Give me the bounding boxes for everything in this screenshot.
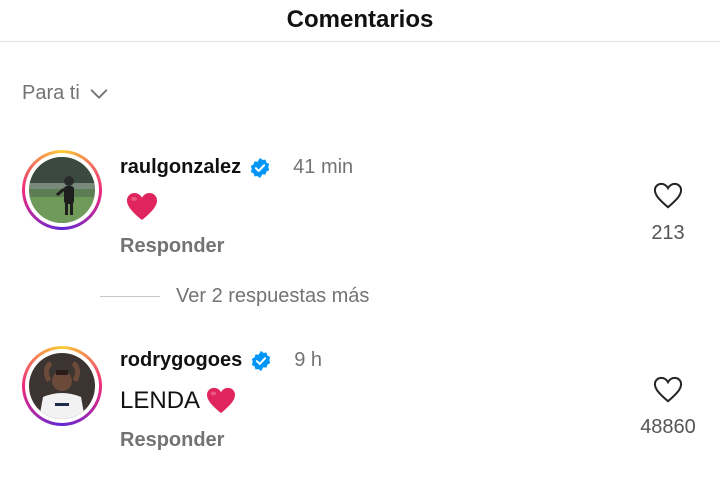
reply-button[interactable]: Responder — [120, 429, 224, 452]
like-count: 213 — [651, 222, 685, 244]
comment-body: LENDA — [120, 387, 201, 414]
comments-header: Comentarios — [0, 0, 720, 42]
comment-text — [120, 192, 158, 222]
avatar[interactable] — [22, 150, 102, 230]
like-button[interactable] — [648, 178, 688, 214]
comment-header: rodrygogoes 9 h — [120, 349, 322, 372]
comment-header: raulgonzalez 41 min — [120, 156, 353, 179]
username[interactable]: raulgonzalez — [120, 156, 241, 179]
like-count: 48860 — [640, 416, 696, 438]
like-button[interactable] — [648, 372, 688, 408]
verified-badge-icon — [252, 350, 271, 371]
view-more-replies[interactable]: Ver 2 respuestas más — [100, 285, 369, 308]
view-replies-label[interactable]: Ver 2 respuestas más — [176, 285, 369, 308]
profile-photo — [29, 353, 95, 419]
reply-button[interactable]: Responder — [120, 235, 224, 258]
avatar[interactable] — [22, 346, 102, 426]
comment-time: 41 min — [293, 156, 354, 178]
divider-line — [100, 296, 160, 297]
verified-badge-icon — [250, 157, 270, 178]
comment-time: 9 h — [294, 349, 323, 371]
page-title: Comentarios — [286, 6, 434, 33]
comment-text: LENDA — [120, 387, 236, 415]
red-heart-emoji-icon — [207, 387, 236, 414]
sort-label: Para ti — [22, 82, 80, 104]
red-heart-emoji-icon — [127, 193, 157, 220]
username[interactable]: rodrygogoes — [120, 349, 242, 372]
heart-outline-icon — [653, 376, 683, 403]
chevron-down-icon — [90, 88, 108, 99]
heart-outline-icon — [653, 182, 683, 209]
sort-dropdown[interactable]: Para ti — [22, 82, 110, 105]
profile-photo — [29, 157, 95, 223]
